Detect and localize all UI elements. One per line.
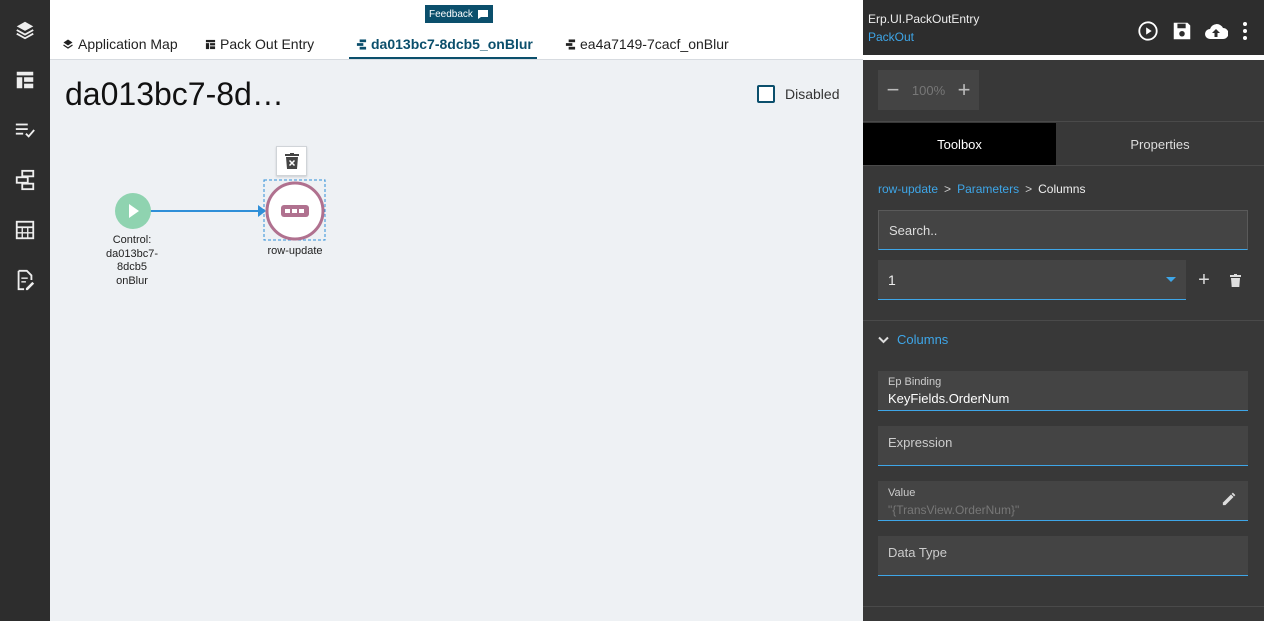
layout-icon — [205, 39, 216, 49]
columns-section-header[interactable]: Columns — [878, 332, 948, 347]
divider — [863, 121, 1264, 122]
breadcrumb-row-update[interactable]: row-update — [878, 182, 938, 196]
start-node-label: Control: da013bc7- 8dcb5 onBlur — [97, 234, 167, 288]
app-root: Feedback Application Map Pack Out Entry … — [0, 0, 1264, 621]
search-placeholder: Search.. — [889, 222, 938, 238]
upload-cloud-icon[interactable] — [1203, 18, 1229, 44]
tab-application-map[interactable]: Application Map — [62, 30, 178, 58]
tab-pack-out-entry[interactable]: Pack Out Entry — [205, 30, 314, 58]
properties-panel: Erp.UI.PackOutEntry PackOut − 100% + Too… — [863, 0, 1264, 621]
divider — [863, 606, 1264, 607]
field-label: Expression — [888, 435, 953, 450]
active-tab-indicator — [349, 57, 537, 59]
select-value: 1 — [888, 271, 896, 288]
tab-properties[interactable]: Properties — [1056, 123, 1264, 165]
row-update-label: row-update — [267, 245, 323, 257]
chevron-down-icon — [878, 336, 889, 343]
field-placeholder: "{TransView.OrderNum}" — [888, 503, 1020, 517]
grid-icon[interactable] — [13, 218, 37, 242]
section-title: Columns — [897, 332, 949, 347]
workflow-icon — [565, 38, 576, 50]
search-input[interactable]: Search.. — [878, 210, 1248, 250]
field-label: Data Type — [888, 545, 948, 560]
value-field[interactable]: Value "{TransView.OrderNum}" — [878, 481, 1248, 521]
app-sub-link[interactable]: PackOut — [868, 30, 914, 44]
add-button[interactable]: + — [1196, 270, 1212, 290]
breadcrumb-columns: Columns — [1038, 182, 1086, 196]
start-node-line: onBlur — [116, 274, 148, 287]
start-node-line: 8dcb5 — [117, 261, 147, 273]
ep-binding-field[interactable]: Ep Binding KeyFields.OrderNum — [878, 371, 1248, 411]
flow-editor: Feedback Application Map Pack Out Entry … — [50, 0, 863, 621]
edit-document-icon[interactable] — [13, 268, 37, 292]
flow-canvas[interactable] — [50, 60, 863, 621]
tab-toolbox[interactable]: Toolbox — [863, 123, 1056, 165]
edit-pencil-icon[interactable] — [1221, 492, 1236, 512]
workflow-icon[interactable] — [13, 168, 37, 192]
breadcrumb-parameters[interactable]: Parameters — [957, 182, 1019, 196]
tab-label: da013bc7-8dcb5_onBlur — [371, 36, 533, 52]
tab-onblur-second[interactable]: ea4a7149-7cacf_onBlur — [565, 30, 729, 58]
start-node-line: da013bc7- — [106, 247, 158, 260]
row-update-node[interactable] — [265, 181, 325, 241]
tab-label: Application Map — [78, 36, 178, 52]
feedback-button[interactable]: Feedback — [425, 5, 493, 23]
expression-field[interactable]: Expression — [878, 426, 1248, 466]
trash-icon — [284, 153, 299, 169]
breadcrumb-separator: > — [1025, 182, 1033, 196]
tab-label: Pack Out Entry — [220, 36, 315, 52]
app-name: Erp.UI.PackOutEntry — [868, 12, 980, 26]
dropdown-arrow-icon — [1166, 277, 1176, 282]
field-label: Ep Binding — [888, 376, 942, 388]
left-nav — [0, 0, 50, 621]
breadcrumb-separator: > — [944, 182, 952, 196]
more-vert-icon[interactable] — [1233, 18, 1257, 44]
layers-icon[interactable] — [13, 18, 37, 42]
connector-arrow — [258, 205, 266, 217]
chat-icon — [477, 9, 488, 19]
zoom-in-button[interactable]: + — [955, 79, 973, 101]
zoom-out-button[interactable]: − — [884, 79, 902, 101]
zoom-level: 100% — [911, 82, 946, 98]
divider — [863, 320, 1264, 321]
header-divider — [863, 55, 1264, 60]
panel-header: Erp.UI.PackOutEntry PackOut — [863, 0, 1264, 55]
trash-icon[interactable] — [1227, 271, 1243, 289]
zoom-control: − 100% + — [878, 70, 979, 110]
start-node-line: Control: — [112, 234, 152, 246]
delete-node-button[interactable] — [276, 146, 307, 176]
column-select[interactable]: 1 — [878, 260, 1186, 300]
tab-onblur-active[interactable]: da013bc7-8dcb5_onBlur — [356, 30, 533, 58]
data-type-field[interactable]: Data Type — [878, 536, 1248, 576]
layout-icon[interactable] — [13, 68, 37, 92]
breadcrumb: row-update > Parameters > Columns — [878, 182, 1085, 196]
workflow-icon — [356, 38, 367, 50]
layers-icon — [63, 39, 73, 49]
checklist-icon[interactable] — [13, 118, 37, 142]
start-node[interactable] — [115, 193, 151, 229]
field-label: Value — [888, 487, 916, 499]
divider — [863, 165, 1264, 166]
run-icon[interactable] — [1135, 18, 1161, 44]
tab-label: ea4a7149-7cacf_onBlur — [580, 36, 729, 52]
tab-bar: Feedback Application Map Pack Out Entry … — [50, 0, 863, 60]
save-icon[interactable] — [1169, 18, 1195, 44]
feedback-label: Feedback — [429, 8, 473, 20]
field-value: KeyFields.OrderNum — [888, 391, 1010, 406]
